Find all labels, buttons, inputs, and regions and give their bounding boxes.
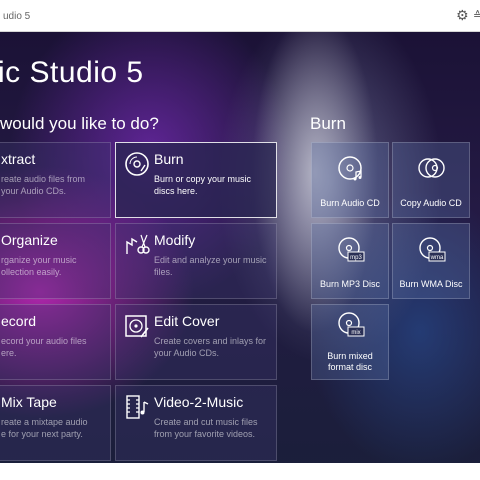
tile-burn-desc: Burn or copy your music discs here. (154, 174, 252, 196)
burn-mp3-disc-label: Burn MP3 Disc (319, 279, 381, 289)
burn-mixed-format-disc-button[interactable]: mix Burn mixed format disc (311, 304, 389, 380)
tile-extract[interactable]: xtract reate audio files from your Audio… (0, 142, 111, 218)
tile-edit-cover-title: Edit Cover (154, 313, 220, 329)
modify-scissors-icon (126, 234, 150, 254)
tile-video-2-music-title: Video-2-Music (154, 394, 244, 410)
copy-cd-icon (418, 158, 445, 178)
tile-extract-title: xtract (1, 151, 36, 167)
audio-cd-icon (338, 156, 362, 181)
film-strip-icon (126, 395, 149, 419)
tile-burn-title: Burn (154, 151, 184, 167)
section-title-main: would you like to do? (0, 114, 159, 133)
tile-modify-title: Modify (154, 232, 196, 248)
wma-badge: wma (430, 255, 444, 261)
tile-mix-tape-desc: reate a mixtape audio e for your next pa… (1, 417, 88, 439)
tile-burn[interactable]: Burn Burn or copy your music discs here. (115, 142, 277, 218)
burn-audio-cd-button[interactable]: Burn Audio CD (311, 142, 389, 218)
edit-cover-icon (125, 315, 149, 338)
burn-wma-disc-label: Burn WMA Disc (399, 279, 463, 289)
mixed-disc-icon: mix (338, 312, 365, 337)
tile-video-2-music-desc: Create and cut music files from your fav… (154, 417, 258, 439)
tile-mix-tape-title: Mix Tape (1, 394, 57, 410)
window-title: udio 5 (3, 11, 31, 22)
burn-mp3-disc-button[interactable]: mp3 Burn MP3 Disc (311, 223, 389, 299)
mix-badge: mix (351, 330, 360, 336)
tile-modify[interactable]: Modify Edit and analyze your music files… (115, 223, 277, 299)
mp3-disc-icon: mp3 (338, 237, 365, 262)
mp3-badge: mp3 (350, 255, 362, 261)
window-titlebar: udio 5 ⚙ ≙ (0, 0, 480, 32)
settings-gear-icon[interactable]: ⚙ (456, 7, 469, 24)
tile-organize-title: Organize (1, 232, 58, 248)
tile-organize[interactable]: Organize rganize your music ollection ea… (0, 223, 111, 299)
tile-edit-cover-desc: Create covers and inlays for your Audio … (154, 336, 267, 358)
app-title: ic Studio 5 (0, 56, 144, 89)
burn-disc-icon (125, 152, 149, 176)
burn-mixed-format-disc-label: Burn mixed format disc (327, 351, 373, 372)
titlebar-menu-icon[interactable]: ≙ (473, 9, 480, 22)
tile-video-2-music[interactable]: Video-2-Music Create and cut music files… (115, 385, 277, 461)
tile-modify-desc: Edit and analyze your music files. (154, 255, 267, 277)
main-stage: ic Studio 5 would you like to do? Burn x… (0, 32, 480, 480)
tile-edit-cover[interactable]: Edit Cover Create covers and inlays for … (115, 304, 277, 380)
copy-audio-cd-label: Copy Audio CD (400, 198, 462, 208)
tile-record[interactable]: ecord ecord your audio files ere. (0, 304, 111, 380)
burn-wma-disc-button[interactable]: wma Burn WMA Disc (392, 223, 470, 299)
tile-record-title: ecord (1, 313, 37, 329)
section-title-burn: Burn (310, 114, 346, 133)
burn-audio-cd-label: Burn Audio CD (320, 198, 380, 208)
wma-disc-icon: wma (419, 237, 446, 262)
tile-extract-desc: reate audio files from your Audio CDs. (1, 174, 86, 196)
tile-mix-tape[interactable]: Mix Tape reate a mixtape audio e for you… (0, 385, 111, 461)
window-bottom-border (0, 463, 480, 480)
tile-record-desc: ecord your audio files ere. (1, 336, 87, 358)
tile-organize-desc: rganize your music ollection easily. (1, 255, 77, 277)
copy-audio-cd-button[interactable]: Copy Audio CD (392, 142, 470, 218)
